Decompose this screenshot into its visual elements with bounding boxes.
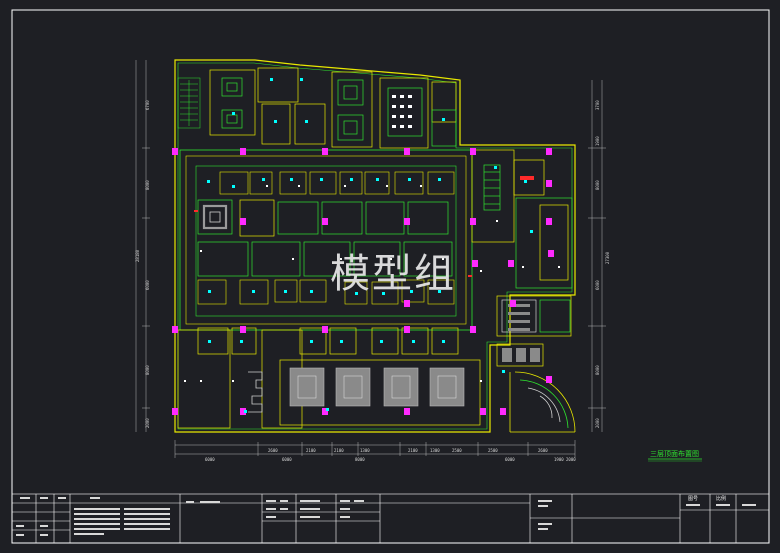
top-rooms <box>209 67 457 149</box>
dim-right-2: 1900 <box>595 136 600 146</box>
dim-top-4: 1300 <box>360 448 370 453</box>
right-wing <box>471 149 573 367</box>
display-room <box>197 199 233 235</box>
rotunda <box>509 371 576 433</box>
dims-top: 2600 2100 2100 1300 2100 1300 2500 2500 … <box>268 448 548 453</box>
dims-right: 3700 1900 8000 27300 6000 8000 2000 <box>595 100 610 428</box>
dim-right-6: 8000 <box>595 365 600 375</box>
dim-bottom-3: 8000 <box>355 457 365 462</box>
title-block-scale-label: 比例 <box>716 495 726 502</box>
dim-right-1: 3700 <box>595 100 600 110</box>
dim-right-7: 2000 <box>595 418 600 428</box>
floor-plan <box>172 59 576 433</box>
upper-room-row <box>219 171 455 195</box>
dim-top-3: 2100 <box>334 448 344 453</box>
dim-left-6: 2000 <box>145 418 150 428</box>
plan-title: 三层顶面布置图 <box>650 449 699 458</box>
dim-left-4: 6000 <box>145 280 150 290</box>
dims-left: 6700 8000 28180 6000 8000 2000 <box>135 100 150 428</box>
dim-left-1: 6700 <box>145 100 150 110</box>
lamps <box>207 78 533 413</box>
dim-bottom-2: 6000 <box>282 457 292 462</box>
watermark: 模型组 <box>330 251 456 297</box>
cad-drawing-sheet: 2600 2100 2100 1300 2100 1300 2500 2500 … <box>11 9 770 544</box>
outer-wall <box>174 59 576 433</box>
right-wing-strips <box>502 304 540 362</box>
light-grid <box>392 95 412 128</box>
dim-top-5: 2100 <box>408 448 418 453</box>
dim-bottom-6: 2000 <box>566 457 576 462</box>
dim-top-6: 1300 <box>430 448 440 453</box>
stair-bottom-left <box>248 371 263 413</box>
dim-top-7: 2500 <box>452 448 462 453</box>
dim-top-8: 2500 <box>488 448 498 453</box>
dim-bottom-4: 6000 <box>505 457 515 462</box>
dim-right-4: 27300 <box>605 251 610 264</box>
dim-top-1: 2600 <box>268 448 278 453</box>
dim-top-9: 2600 <box>538 448 548 453</box>
dim-bottom-5: 1900 <box>554 457 564 462</box>
title-block-sheet-label: 图号 <box>688 496 698 502</box>
stair-top-left <box>177 77 201 129</box>
dim-right-3: 8000 <box>595 180 600 190</box>
dim-left-5: 8000 <box>145 365 150 375</box>
dim-left-3: 28180 <box>135 249 140 262</box>
dim-right-5: 6000 <box>595 280 600 290</box>
dims-bottom: 6000 6000 8000 6000 1900 2000 <box>205 457 576 462</box>
dim-left-2: 8000 <box>145 180 150 190</box>
dim-bottom-1: 6000 <box>205 457 215 462</box>
dim-top-2: 2100 <box>306 448 316 453</box>
